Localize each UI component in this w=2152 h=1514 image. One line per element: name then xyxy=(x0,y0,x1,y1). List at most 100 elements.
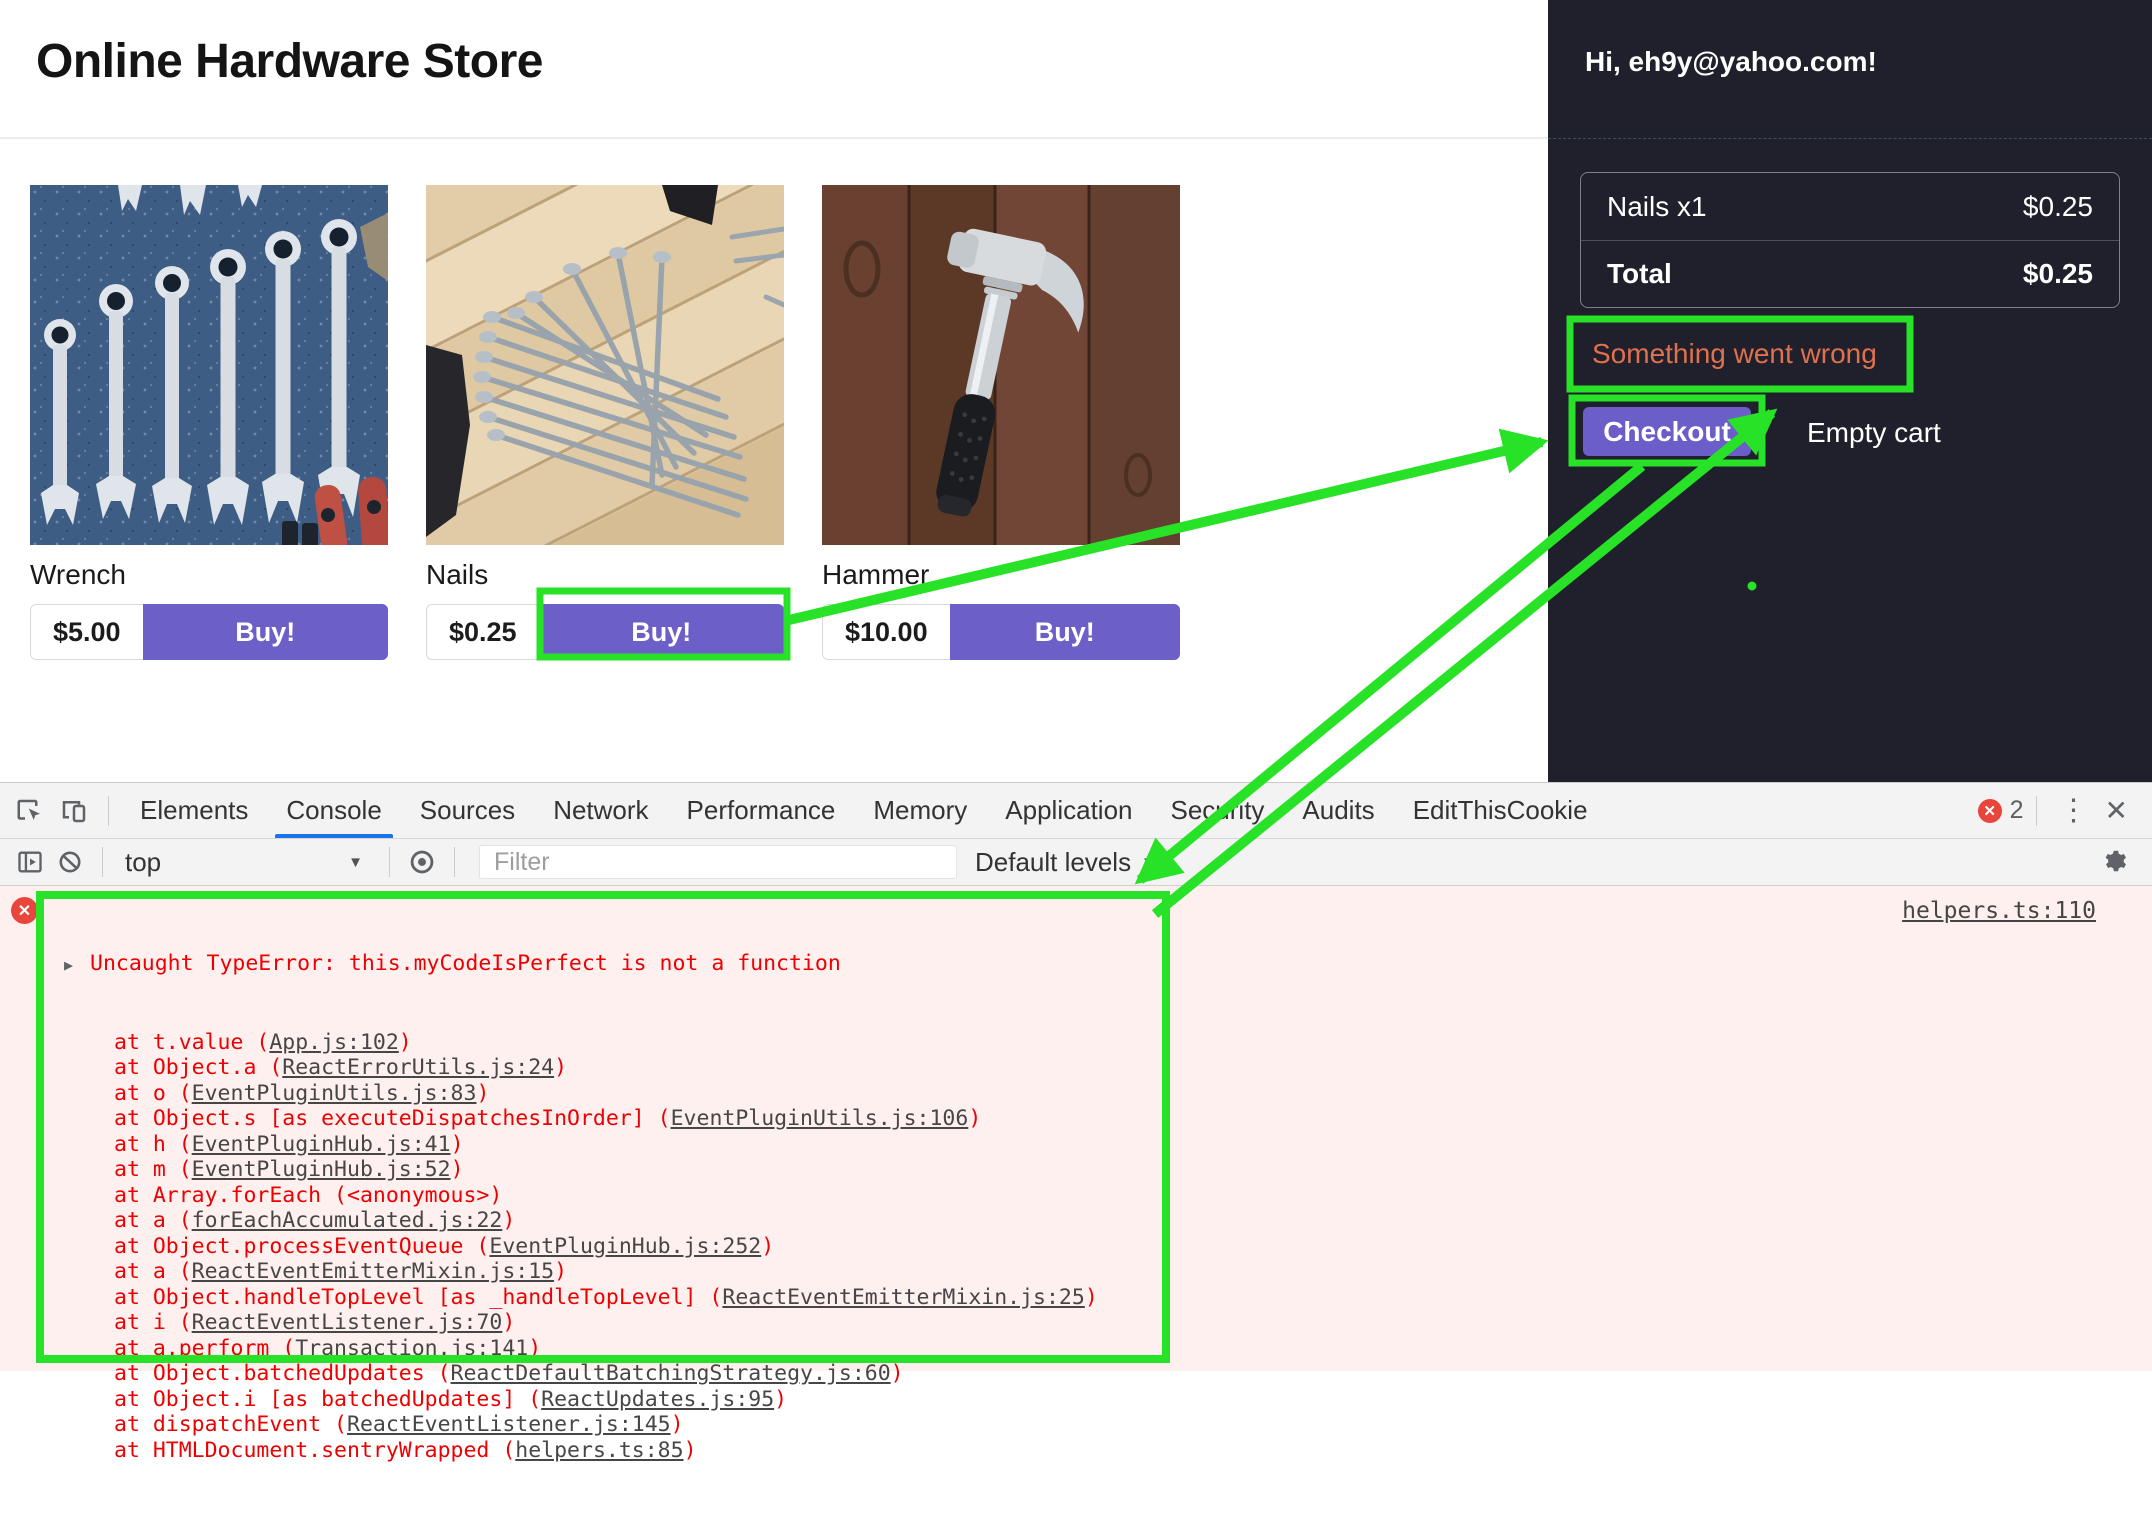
console-error-badge[interactable]: ✕ 2 xyxy=(1978,796,2024,825)
tab-sources[interactable]: Sources xyxy=(401,783,534,838)
tab-audits[interactable]: Audits xyxy=(1283,783,1393,838)
device-toolbar-icon[interactable] xyxy=(52,789,96,833)
context-select[interactable]: top ▼ xyxy=(115,847,377,878)
buy-button-hammer[interactable]: Buy! xyxy=(950,604,1180,660)
chevron-down-icon: ▼ xyxy=(1141,854,1156,871)
product-card-hammer: Hammer $10.00 Buy! xyxy=(822,185,1180,660)
stack-frame-text: ) xyxy=(502,1310,515,1335)
product-price: $10.00 xyxy=(822,604,950,660)
cart-table: Nails x1 $0.25 Total $0.25 xyxy=(1580,172,2120,308)
console-filter-input[interactable] xyxy=(479,845,957,879)
stack-frame-text: at a ( xyxy=(114,1259,192,1284)
stack-frame-source-link[interactable]: EventPluginHub.js:252 xyxy=(489,1234,761,1259)
stack-frame-text: at HTMLDocument.sentryWrapped ( xyxy=(114,1438,515,1463)
stack-frame-source-link[interactable]: EventPluginHub.js:41 xyxy=(192,1132,451,1157)
empty-cart-link[interactable]: Empty cart xyxy=(1807,417,1941,449)
store-main-area: Online Hardware Store xyxy=(0,0,1548,782)
stack-frame-text: ) xyxy=(502,1208,515,1233)
error-message-line: ▶ Uncaught TypeError: this.myCodeIsPerfe… xyxy=(64,951,1098,979)
tab-network[interactable]: Network xyxy=(534,783,667,838)
stack-frame-text: ) xyxy=(1085,1285,1098,1310)
error-log-entry: ▶ Uncaught TypeError: this.myCodeIsPerfe… xyxy=(64,900,1098,1514)
context-value: top xyxy=(125,847,161,878)
separator xyxy=(2036,796,2037,826)
devtools-menu-icon[interactable]: ⋮ xyxy=(2049,793,2099,828)
stack-frame-text: at Array.forEach (<anonymous>) xyxy=(114,1183,502,1208)
buy-button-nails[interactable]: Buy! xyxy=(539,604,784,660)
stack-frame-text: at Object.batchedUpdates ( xyxy=(114,1361,451,1386)
console-source-link[interactable]: helpers.ts:110 xyxy=(1902,898,2096,924)
stack-frame-text: ) xyxy=(968,1106,981,1131)
buy-row: $10.00 Buy! xyxy=(822,604,1180,660)
stack-frame-text: at o ( xyxy=(114,1081,192,1106)
stack-frame: at Object.a (ReactErrorUtils.js:24) xyxy=(64,1055,1098,1081)
stack-frame-text: at Object.i [as batchedUpdates] ( xyxy=(114,1387,541,1412)
tab-performance[interactable]: Performance xyxy=(668,783,855,838)
tab-label: EditThisCookie xyxy=(1413,795,1588,826)
stack-frame-source-link[interactable]: ReactErrorUtils.js:24 xyxy=(282,1055,554,1080)
stack-trace: at t.value (App.js:102)at Object.a (Reac… xyxy=(64,1030,1098,1464)
stack-frame-source-link[interactable]: forEachAccumulated.js:22 xyxy=(192,1208,503,1233)
product-name: Wrench xyxy=(30,559,388,591)
product-list: Wrench $5.00 Buy! xyxy=(30,185,1180,660)
cart-item-value: $0.25 xyxy=(2023,191,2093,223)
tab-console[interactable]: Console xyxy=(267,783,400,838)
stack-frame-source-link[interactable]: helpers.ts:85 xyxy=(515,1438,683,1463)
tab-label: Security xyxy=(1171,795,1265,826)
log-levels-select[interactable]: Default levels ▼ xyxy=(975,847,1156,878)
product-price: $5.00 xyxy=(30,604,143,660)
tab-application[interactable]: Application xyxy=(986,783,1151,838)
stack-frame-source-link[interactable]: ReactEventEmitterMixin.js:25 xyxy=(722,1285,1084,1310)
stack-frame-source-link[interactable]: App.js:102 xyxy=(269,1030,398,1055)
buy-row: $5.00 Buy! xyxy=(30,604,388,660)
stack-frame-source-link[interactable]: ReactUpdates.js:95 xyxy=(541,1387,774,1412)
stack-frame: at a (forEachAccumulated.js:22) xyxy=(64,1208,1098,1234)
stack-frame-text: at Object.a ( xyxy=(114,1055,282,1080)
console-settings-gear-icon[interactable] xyxy=(2096,842,2136,882)
live-expression-eye-icon[interactable] xyxy=(402,842,442,882)
disclosure-triangle-icon[interactable]: ▶ xyxy=(64,953,90,979)
console-sidebar-icon[interactable] xyxy=(10,842,50,882)
product-price: $0.25 xyxy=(426,604,539,660)
error-circle-icon: ✕ xyxy=(1978,799,2002,823)
stack-frame-text: ) xyxy=(761,1234,774,1259)
stack-frame-source-link[interactable]: ReactEventListener.js:145 xyxy=(347,1412,671,1437)
tab-security[interactable]: Security xyxy=(1152,783,1284,838)
tab-editthiscookie[interactable]: EditThisCookie xyxy=(1394,783,1607,838)
tab-elements[interactable]: Elements xyxy=(121,783,267,838)
buy-button-wrench[interactable]: Buy! xyxy=(143,604,388,660)
product-card-nails: Nails $0.25 Buy! xyxy=(426,185,784,660)
stack-frame-text: ) xyxy=(528,1336,541,1361)
stack-frame-text: ) xyxy=(684,1438,697,1463)
tab-memory[interactable]: Memory xyxy=(854,783,986,838)
tab-label: Performance xyxy=(687,795,836,826)
cart-sidebar: Hi, eh9y@yahoo.com! Nails x1 $0.25 Total… xyxy=(1548,0,2152,782)
chevron-down-icon: ▼ xyxy=(348,854,363,871)
active-tab-underline xyxy=(275,834,392,838)
cart-total-label: Total xyxy=(1607,258,1672,290)
stack-frame-text: ) xyxy=(671,1412,684,1437)
console-output: ✕ helpers.ts:110 ▶ Uncaught TypeError: t… xyxy=(0,886,2152,1371)
stack-frame: at Object.batchedUpdates (ReactDefaultBa… xyxy=(64,1361,1098,1387)
stack-frame-source-link[interactable]: EventPluginUtils.js:83 xyxy=(192,1081,477,1106)
screen: Online Hardware Store xyxy=(0,0,2152,1370)
close-devtools-icon[interactable]: ✕ xyxy=(2099,794,2134,827)
stack-frame: at i (ReactEventListener.js:70) xyxy=(64,1310,1098,1336)
stack-frame-text: ) xyxy=(399,1030,412,1055)
clear-console-icon[interactable] xyxy=(50,842,90,882)
stack-frame-source-link[interactable]: ReactEventListener.js:70 xyxy=(192,1310,503,1335)
stack-frame-text: at Object.s [as executeDispatchesInOrder… xyxy=(114,1106,671,1131)
stack-frame-source-link[interactable]: EventPluginHub.js:52 xyxy=(192,1157,451,1182)
stack-frame-source-link[interactable]: ReactEventEmitterMixin.js:15 xyxy=(192,1259,554,1284)
stack-frame-source-link[interactable]: ReactDefaultBatchingStrategy.js:60 xyxy=(451,1361,891,1386)
checkout-button[interactable]: Checkout xyxy=(1583,407,1751,456)
stack-frame-text: ) xyxy=(891,1361,904,1386)
stack-frame-source-link[interactable]: Transaction.js:141 xyxy=(295,1336,528,1361)
stack-frame: at HTMLDocument.sentryWrapped (helpers.t… xyxy=(64,1438,1098,1464)
tab-label: Audits xyxy=(1302,795,1374,826)
inspect-element-icon[interactable] xyxy=(8,789,52,833)
stack-frame-text: ) xyxy=(774,1387,787,1412)
tab-label: Elements xyxy=(140,795,248,826)
stack-frame-source-link[interactable]: EventPluginUtils.js:106 xyxy=(671,1106,969,1131)
error-count: 2 xyxy=(2010,796,2024,825)
